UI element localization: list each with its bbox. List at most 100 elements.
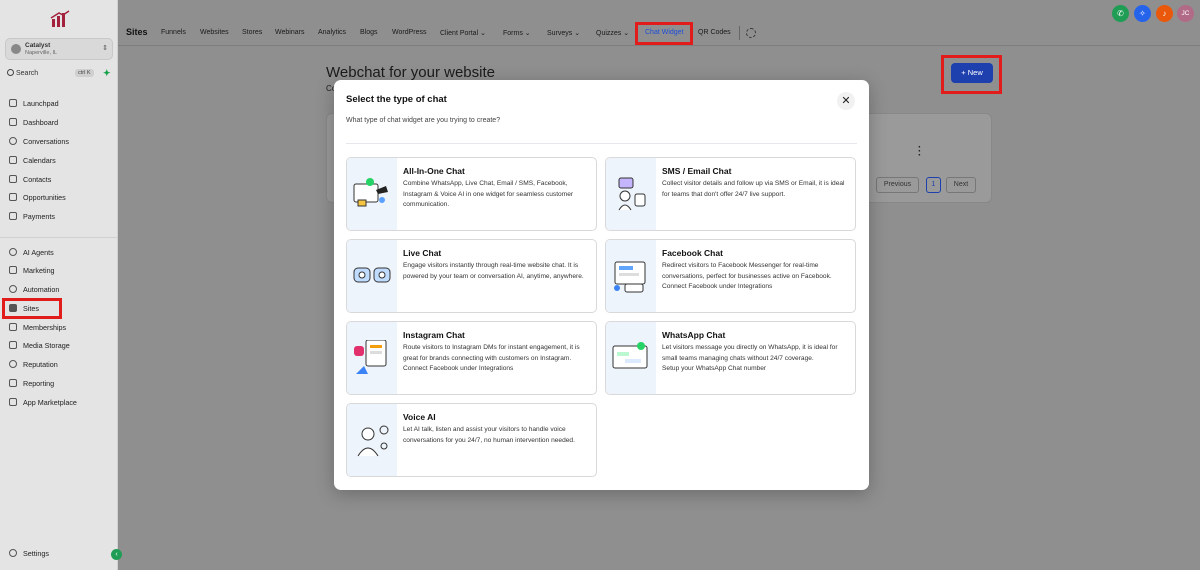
account-name: Catalyst [25, 42, 51, 49]
page-title: Webchat for your website [326, 64, 495, 81]
settings-gear-icon[interactable] [746, 28, 756, 38]
instagram-chat-illustration-icon [347, 322, 397, 394]
gear-icon [9, 549, 17, 557]
sidebar-item-label: Opportunities [23, 192, 66, 202]
option-description: Collect visitor details and follow up vi… [662, 179, 852, 200]
tab-qr-codes[interactable]: QR Codes [698, 29, 731, 36]
sidebar-item-contacts[interactable]: Contacts [9, 172, 113, 186]
sidebar-item-ai-agents[interactable]: AI Agents [9, 245, 113, 259]
option-title: Live Chat [403, 248, 442, 258]
all-in-one-chat-illustration-icon [347, 158, 397, 230]
sidebar-item-label: Conversations [23, 136, 69, 146]
more-options-icon[interactable]: · · · [918, 143, 921, 161]
image-icon [9, 341, 17, 349]
tab-forms[interactable]: Forms ⌄ [503, 29, 531, 37]
sidebar: Catalyst Naperville, IL ⇕ Search ctrl K … [0, 0, 118, 570]
next-page-button[interactable]: Next [946, 177, 976, 193]
sms-email-chat-illustration-icon [606, 158, 656, 230]
option-title: Facebook Chat [662, 248, 723, 258]
select-chat-type-modal: Select the type of chat ✕ What type of c… [334, 80, 869, 490]
tab-analytics[interactable]: Analytics [318, 29, 346, 36]
sidebar-item-memberships[interactable]: Memberships [9, 320, 113, 334]
collapse-sidebar-icon[interactable]: ‹ [111, 549, 122, 560]
option-note: Setup your WhatsApp Chat number [662, 365, 767, 372]
live-chat-illustration-icon [347, 240, 397, 312]
whatsapp-chat-illustration-icon [606, 322, 656, 394]
option-description: Redirect visitors to Facebook Messenger … [662, 261, 852, 293]
sidebar-item-reporting[interactable]: Reporting [9, 376, 113, 390]
sidebar-item-conversations[interactable]: Conversations [9, 134, 113, 148]
sidebar-item-label: Payments [23, 211, 55, 221]
sidebar-item-label: Launchpad [23, 98, 59, 108]
modal-title: Select the type of chat [346, 94, 447, 105]
chat-bubble-icon [9, 137, 17, 145]
option-text: Redirect visitors to Facebook Messenger … [662, 262, 832, 280]
tab-webinars[interactable]: Webinars [275, 29, 304, 36]
sidebar-item-label: Automation [23, 284, 60, 294]
sidebar-item-launchpad[interactable]: Launchpad [9, 96, 113, 110]
sparkle-icon[interactable]: ✧ [1134, 5, 1151, 22]
new-button-highlight-box [941, 55, 1002, 94]
close-icon[interactable]: ✕ [837, 92, 855, 110]
sidebar-item-calendars[interactable]: Calendars [9, 153, 113, 167]
tab-funnels[interactable]: Funnels [161, 29, 186, 36]
tab-websites[interactable]: Websites [200, 29, 229, 36]
option-title: Instagram Chat [403, 330, 465, 340]
voice-ai-illustration-icon [347, 404, 397, 476]
previous-page-button[interactable]: Previous [876, 177, 919, 193]
sidebar-search[interactable]: Search ctrl K ✦ [7, 68, 111, 81]
opportunities-icon [9, 193, 17, 201]
avatar[interactable]: JC [1177, 5, 1194, 22]
quick-add-icon[interactable]: ✦ [103, 68, 111, 79]
option-text: Route visitors to Instagram DMs for inst… [403, 344, 580, 362]
option-whatsapp-chat[interactable]: WhatsApp Chat Let visitors message you d… [605, 321, 856, 395]
option-live-chat[interactable]: Live Chat Engage visitors instantly thro… [346, 239, 597, 313]
sidebar-item-label: Reporting [23, 378, 55, 388]
option-instagram-chat[interactable]: Instagram Chat Route visitors to Instagr… [346, 321, 597, 395]
sidebar-item-app-marketplace[interactable]: App Marketplace [9, 395, 113, 409]
automation-icon [9, 285, 17, 293]
sites-highlight-box [2, 298, 62, 319]
star-icon [9, 360, 17, 368]
option-note: Connect Facebook under Integrations [403, 365, 514, 372]
option-voice-ai[interactable]: Voice AI Let AI talk, listen and assist … [346, 403, 597, 477]
chevron-down-icon: ⌄ [480, 30, 486, 37]
phone-icon[interactable]: ✆ [1112, 5, 1129, 22]
tab-client-portal[interactable]: Client Portal ⌄ [440, 29, 486, 37]
option-all-in-one-chat[interactable]: All-In-One Chat Combine WhatsApp, Live C… [346, 157, 597, 231]
modal-subtitle: What type of chat widget are you trying … [346, 117, 501, 124]
tab-quizzes[interactable]: Quizzes ⌄ [596, 29, 629, 37]
sidebar-item-settings[interactable]: Settings [9, 546, 113, 560]
sidebar-item-payments[interactable]: Payments [9, 209, 113, 223]
sidebar-item-reputation[interactable]: Reputation [9, 357, 113, 371]
option-text: Let AI talk, listen and assist your visi… [403, 426, 575, 444]
tab-surveys[interactable]: Surveys ⌄ [547, 29, 580, 37]
tab-label: Surveys [547, 30, 573, 37]
sidebar-item-label: Memberships [23, 322, 67, 332]
location-icon [11, 44, 21, 54]
sidebar-item-label: Settings [23, 548, 49, 558]
tab-wordpress[interactable]: WordPress [392, 29, 427, 36]
option-description: Combine WhatsApp, Live Chat, Email / SMS… [403, 179, 593, 211]
option-sms-email-chat[interactable]: SMS / Email Chat Collect visitor details… [605, 157, 856, 231]
chevron-down-icon: ⌄ [574, 30, 581, 37]
option-facebook-chat[interactable]: Facebook Chat Redirect visitors to Faceb… [605, 239, 856, 313]
tab-label: Client Portal [440, 30, 479, 37]
tab-blogs[interactable]: Blogs [360, 29, 378, 36]
section-title: Sites [126, 27, 148, 37]
sidebar-item-marketing[interactable]: Marketing [9, 263, 113, 277]
chevron-down-icon: ⌄ [524, 30, 531, 37]
rocket-icon [9, 99, 17, 107]
sidebar-item-dashboard[interactable]: Dashboard [9, 115, 113, 129]
option-text: Collect visitor details and follow up vi… [662, 180, 845, 198]
option-title: WhatsApp Chat [662, 330, 726, 340]
tab-label: Quizzes [596, 30, 622, 37]
sidebar-item-media-storage[interactable]: Media Storage [9, 338, 113, 352]
sidebar-item-automation[interactable]: Automation [9, 282, 113, 296]
page-number-button[interactable]: 1 [926, 177, 941, 193]
bell-icon[interactable]: ♪ [1156, 5, 1173, 22]
tab-stores[interactable]: Stores [242, 29, 262, 36]
account-switcher[interactable]: Catalyst Naperville, IL ⇕ [5, 38, 113, 60]
sidebar-item-opportunities[interactable]: Opportunities [9, 190, 113, 204]
option-title: All-In-One Chat [403, 166, 465, 176]
